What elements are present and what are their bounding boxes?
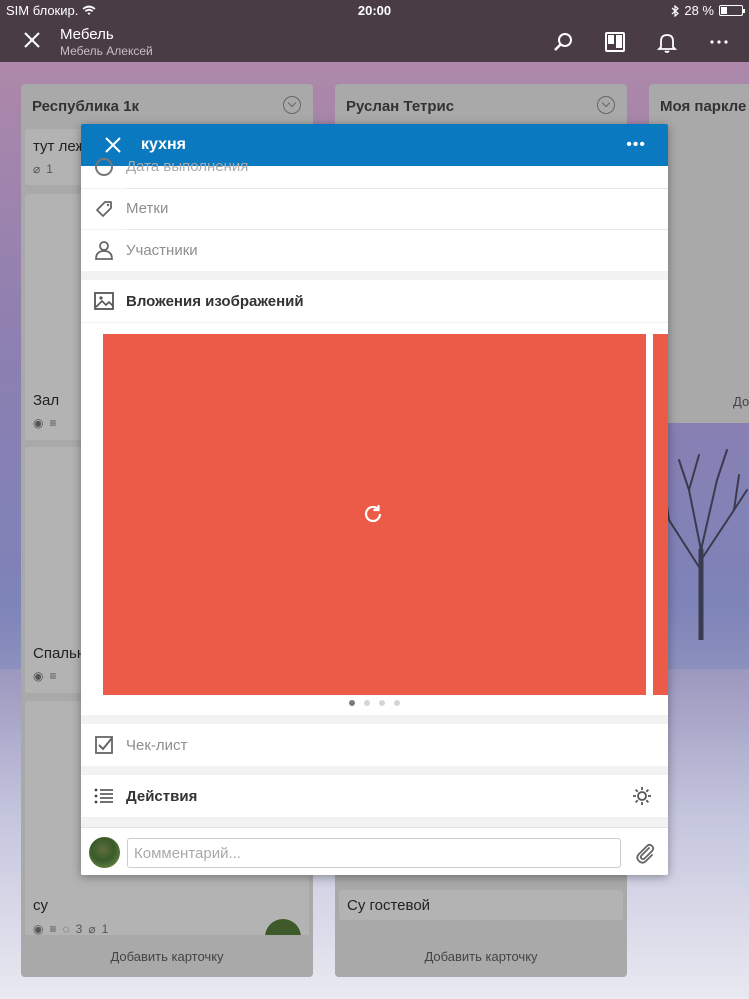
carousel-dot[interactable] — [394, 700, 400, 706]
board-menu-icon[interactable] — [603, 30, 627, 54]
battery-percent: 28 % — [684, 3, 714, 18]
list-title: Руслан Тетрис — [335, 84, 627, 126]
eye-icon: ◉ — [33, 669, 44, 683]
card-meta: ⌀ 1 — [33, 162, 53, 176]
modal-title: кухня — [141, 136, 186, 153]
carousel-dot[interactable] — [379, 700, 385, 706]
add-card-button[interactable]: До — [733, 394, 749, 409]
clock-icon — [95, 158, 113, 176]
chevron-down-icon[interactable] — [283, 96, 301, 114]
list-title-text: Республика 1к — [32, 98, 140, 115]
app-header: Мебель Мебель Алексей — [0, 22, 749, 62]
checklist-label: Чек-лист — [126, 737, 188, 754]
comment-bar — [81, 827, 668, 875]
due-date-label: Дата выполнения — [126, 158, 249, 175]
card-meta: ◉ ≡ — [33, 669, 57, 683]
refresh-icon[interactable] — [361, 502, 385, 526]
card-label: Зал — [33, 392, 60, 409]
card-label: Спальн — [33, 645, 86, 662]
comment-icon: ◌ — [62, 922, 70, 936]
card-label: тут леж — [33, 138, 86, 155]
carousel-dot[interactable] — [364, 700, 370, 706]
add-card-button[interactable]: Добавить карточку — [21, 935, 313, 977]
bell-icon[interactable] — [655, 30, 679, 54]
list-title: Республика 1к — [21, 84, 313, 126]
board-subtitle: Мебель Алексей — [60, 44, 153, 58]
status-time: 20:00 — [357, 3, 392, 18]
search-icon[interactable] — [551, 30, 575, 54]
attachment-count: 1 — [46, 162, 53, 176]
card-meta: ◉ ≡ ◌ 3 ⌀ 1 — [33, 922, 108, 936]
members-row[interactable]: Участники — [81, 230, 668, 271]
card-meta: ◉ ≡ — [33, 416, 57, 430]
more-options-icon[interactable] — [707, 30, 731, 54]
labels-row[interactable]: Метки — [81, 189, 668, 229]
card-label: су — [33, 897, 48, 914]
carousel-dots — [81, 700, 668, 706]
more-options-icon[interactable]: ••• — [626, 136, 646, 154]
bluetooth-icon — [671, 4, 680, 17]
comment-count: 3 — [75, 922, 83, 936]
labels-label: Метки — [126, 200, 169, 217]
checkbox-icon — [95, 736, 113, 754]
list-icon — [94, 788, 113, 804]
close-icon[interactable] — [20, 28, 44, 52]
paperclip-icon: ⌀ — [33, 162, 41, 176]
eye-icon: ◉ — [33, 922, 44, 936]
paperclip-icon: ⌀ — [88, 922, 96, 936]
gear-icon[interactable] — [631, 785, 653, 807]
avatar — [89, 837, 120, 868]
image-attachments-header: Вложения изображений — [81, 280, 668, 322]
carousel-dot[interactable] — [349, 700, 355, 706]
card-label: Су гостевой — [347, 897, 431, 914]
card-detail-modal: кухня ••• Дата выполнения Метки Участник… — [81, 124, 668, 875]
description-icon: ≡ — [49, 669, 57, 683]
user-icon — [95, 241, 113, 260]
tag-icon — [96, 201, 112, 217]
add-card-button[interactable]: Добавить карточку — [335, 935, 627, 977]
description-icon: ≡ — [49, 922, 57, 936]
list-title-text: Руслан Тетрис — [346, 98, 455, 115]
paperclip-icon[interactable] — [634, 842, 656, 864]
eye-icon: ◉ — [33, 416, 44, 430]
due-date-row[interactable]: Дата выполнения — [81, 158, 668, 188]
activity-title: Действия — [126, 788, 198, 805]
status-bar: SIM блокир. 20:00 28 % — [0, 0, 749, 22]
battery-icon — [719, 5, 745, 16]
card[interactable]: Су гостевой — [339, 890, 623, 920]
description-icon: ≡ — [49, 416, 57, 430]
close-icon[interactable] — [103, 135, 123, 155]
image-icon — [94, 292, 114, 310]
list-title-text: Моя паркле — [660, 98, 747, 115]
board-title: Мебель — [60, 26, 114, 43]
list-title: Моя паркле — [649, 84, 749, 126]
image-attachments-title: Вложения изображений — [126, 293, 304, 310]
image-carousel[interactable] — [81, 323, 668, 715]
checklist-row[interactable]: Чек-лист — [81, 724, 668, 766]
activity-header: Действия — [81, 775, 668, 817]
attachment-image-next[interactable] — [653, 334, 668, 695]
attachment-image[interactable] — [103, 334, 646, 695]
members-label: Участники — [126, 242, 198, 259]
comment-input[interactable] — [127, 838, 621, 868]
attachment-count: 1 — [101, 922, 109, 936]
chevron-down-icon[interactable] — [597, 96, 615, 114]
